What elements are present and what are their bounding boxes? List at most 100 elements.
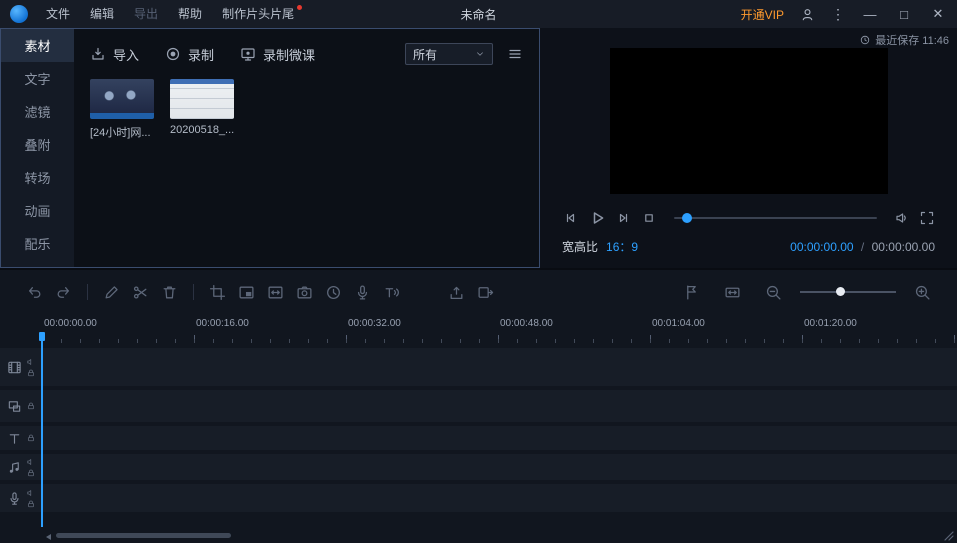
account-button[interactable]: [800, 7, 815, 22]
pip-track[interactable]: [0, 390, 957, 422]
media-caption: 20200518_...: [170, 124, 234, 136]
sidebar-item-media[interactable]: 素材: [1, 29, 74, 62]
view-options-button[interactable]: [507, 46, 523, 62]
stop-button[interactable]: [641, 210, 657, 226]
playback-controls: [554, 208, 943, 228]
split-button[interactable]: [126, 278, 155, 306]
pip-track-lane[interactable]: [42, 390, 957, 422]
titlebar: 文件 编辑 导出 帮助 制作片头片尾 未命名 开通VIP ⋮ — □ ✕: [0, 0, 957, 28]
record-course-button[interactable]: 录制微课: [240, 45, 315, 64]
resize-grip-icon: [944, 531, 954, 541]
more-menu-button[interactable]: ⋮: [831, 6, 845, 23]
redo-button[interactable]: [49, 278, 78, 306]
vip-button[interactable]: 开通VIP: [741, 6, 784, 23]
preview-info-row: 宽高比 16：9 00:00:00.00 / 00:00:00.00: [554, 238, 943, 255]
video-track-header: [0, 348, 42, 386]
sidebar-item-text[interactable]: 文字: [1, 62, 74, 95]
menu-help-label: 帮助: [178, 7, 202, 21]
ruler-minor-ticks: [42, 339, 957, 343]
music-track[interactable]: [0, 454, 957, 480]
play-icon: [587, 208, 607, 228]
edit-button[interactable]: [97, 278, 126, 306]
voiceover-button[interactable]: [348, 278, 377, 306]
ruler-label: 00:01:20.00: [804, 318, 857, 329]
timeline-ruler[interactable]: 00:00:00.00 00:00:16.00 00:00:32.00 00:0…: [0, 314, 957, 346]
seek-slider[interactable]: [674, 217, 877, 219]
menu-edit[interactable]: 编辑: [80, 0, 124, 28]
media-filter-select[interactable]: 所有: [405, 43, 493, 65]
sidebar-item-music[interactable]: 配乐: [1, 227, 74, 260]
menu-file[interactable]: 文件: [36, 0, 80, 28]
duration-button[interactable]: [319, 278, 348, 306]
music-track-lane[interactable]: [42, 454, 957, 480]
resize-grip[interactable]: [944, 531, 954, 541]
mute-track-icon[interactable]: [27, 489, 35, 497]
voiceover-track-lane[interactable]: [42, 484, 957, 512]
menu-intro-outro[interactable]: 制作片头片尾: [212, 0, 304, 28]
text-to-speech-button[interactable]: [377, 278, 406, 306]
scrollbar-thumb[interactable]: [56, 533, 231, 538]
undo-button[interactable]: [20, 278, 49, 306]
upload-button[interactable]: [442, 278, 471, 306]
play-button[interactable]: [587, 208, 607, 228]
overlay-button[interactable]: [232, 278, 261, 306]
fullscreen-button[interactable]: [919, 210, 935, 226]
record-button[interactable]: 录制: [165, 45, 214, 64]
crop-button[interactable]: [203, 278, 232, 306]
mute-track-icon[interactable]: [27, 458, 35, 466]
lock-track-icon[interactable]: [27, 434, 35, 442]
export-frame-icon: [477, 284, 494, 301]
lock-track-icon[interactable]: [27, 369, 35, 377]
maximize-button[interactable]: □: [895, 7, 913, 22]
lock-track-icon[interactable]: [27, 402, 35, 410]
track-toggles: [27, 434, 35, 442]
close-button[interactable]: ✕: [929, 6, 947, 22]
next-frame-button[interactable]: [616, 210, 632, 226]
lock-track-icon[interactable]: [27, 469, 35, 477]
sidebar-item-overlays[interactable]: 叠附: [1, 128, 74, 161]
zoom-in-button[interactable]: [908, 278, 937, 306]
previous-frame-button[interactable]: [562, 210, 578, 226]
ruler-label: 00:00:16.00: [196, 318, 249, 329]
media-thumbnail[interactable]: [90, 79, 154, 119]
delete-button[interactable]: [155, 278, 184, 306]
minimize-button[interactable]: —: [861, 7, 879, 22]
menu-help[interactable]: 帮助: [168, 0, 212, 28]
media-thumbnail[interactable]: [170, 79, 234, 119]
horizontal-scrollbar[interactable]: [0, 529, 957, 543]
sidebar-item-label: 转场: [24, 168, 50, 187]
text-track-lane[interactable]: [42, 426, 957, 450]
aspect-ratio-value[interactable]: 16：9: [606, 238, 638, 255]
import-button[interactable]: 导入: [90, 45, 139, 64]
menu-intro-outro-label: 制作片头片尾: [222, 7, 294, 21]
fit-timeline-button[interactable]: [718, 278, 747, 306]
playhead-handle[interactable]: [39, 332, 45, 341]
mute-track-icon[interactable]: [27, 358, 35, 366]
voiceover-track[interactable]: [0, 484, 957, 512]
sidebar-item-filters[interactable]: 滤镜: [1, 95, 74, 128]
media-item[interactable]: [24小时]网...: [90, 79, 154, 140]
lock-track-icon[interactable]: [27, 500, 35, 508]
media-toolbar: 导入 录制 录制微课 所有: [90, 41, 523, 67]
microphone-icon: [7, 491, 22, 506]
zoom-out-button[interactable]: [759, 278, 788, 306]
seek-handle[interactable]: [682, 213, 692, 223]
video-track[interactable]: [0, 348, 957, 386]
account-icon: [800, 7, 815, 22]
scroll-left-arrow-icon[interactable]: [46, 534, 51, 540]
marker-button[interactable]: [677, 278, 706, 306]
zoom-slider[interactable]: [800, 291, 896, 293]
volume-button[interactable]: [894, 210, 910, 226]
media-item[interactable]: 20200518_...: [170, 79, 234, 140]
playhead[interactable]: [41, 332, 43, 527]
sidebar-item-animation[interactable]: 动画: [1, 194, 74, 227]
media-library-panel: 素材 文字 滤镜 叠附 转场 动画 配乐 导入 录制: [0, 28, 540, 268]
video-track-lane[interactable]: [42, 348, 957, 386]
export-frame-button[interactable]: [471, 278, 500, 306]
sidebar-item-transitions[interactable]: 转场: [1, 161, 74, 194]
zoom-slider-handle[interactable]: [836, 287, 845, 296]
text-track[interactable]: [0, 426, 957, 450]
menu-export-label: 导出: [134, 7, 158, 21]
scale-button[interactable]: [261, 278, 290, 306]
snapshot-button[interactable]: [290, 278, 319, 306]
